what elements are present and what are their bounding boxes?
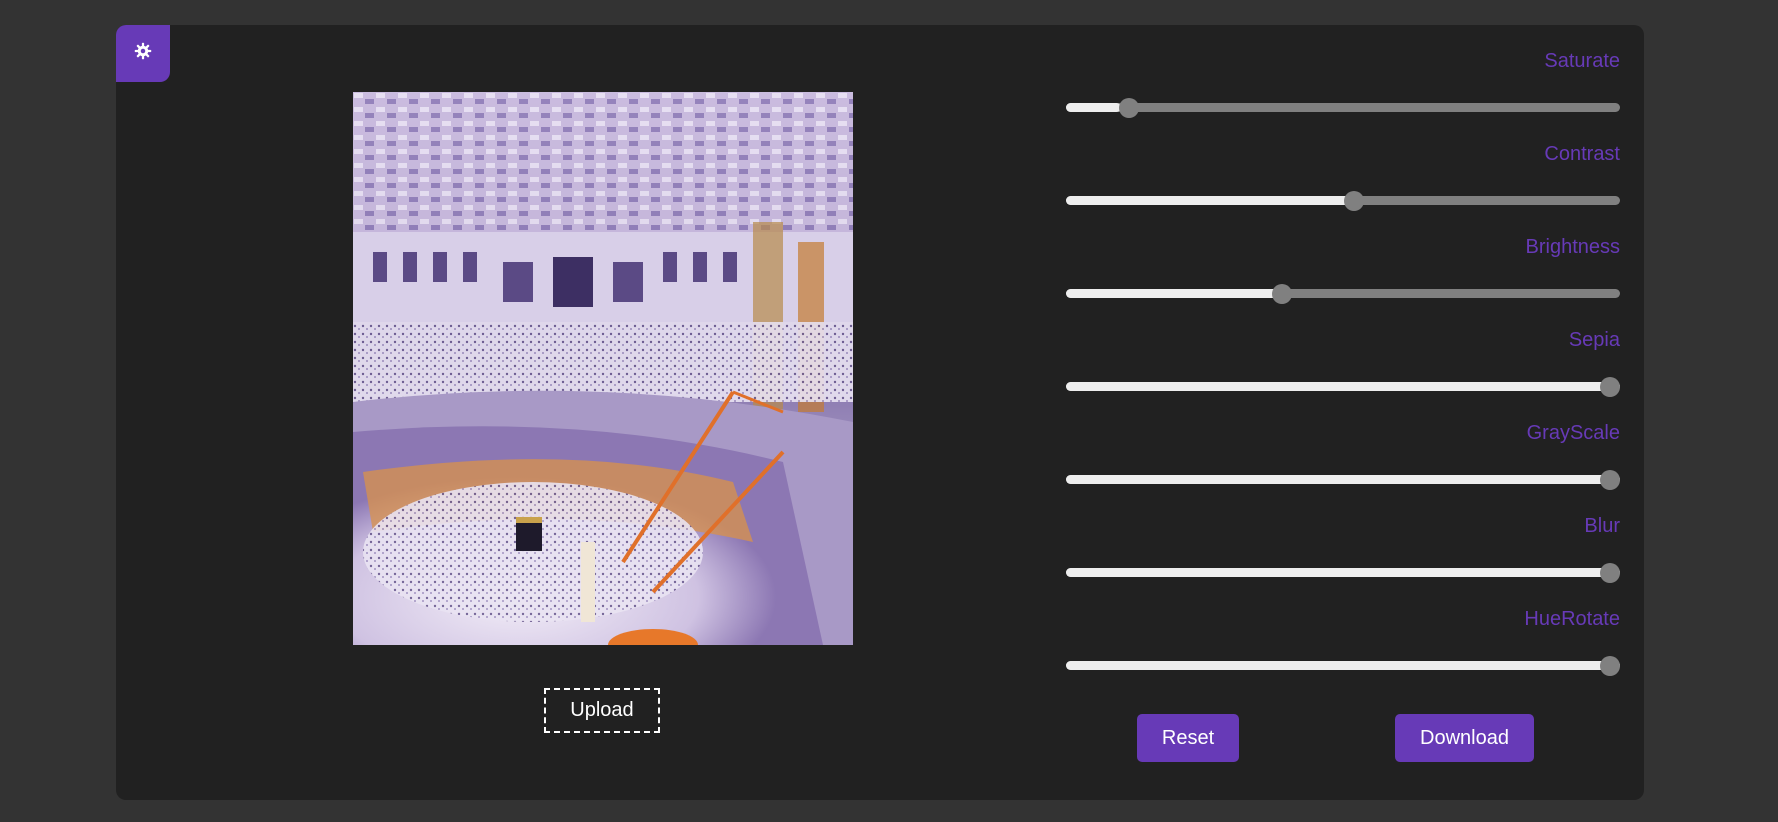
blur-label: Blur — [1584, 515, 1620, 537]
filter-contrast: Contrast — [1066, 143, 1620, 236]
filter-controls: Saturate Contrast Brightness Sepia GrayScale… — [1066, 50, 1620, 701]
filter-saturate: Saturate — [1066, 50, 1620, 143]
contrast-slider-thumb[interactable] — [1343, 190, 1364, 211]
saturate-label: Saturate — [1544, 50, 1620, 72]
download-button[interactable]: Download — [1395, 714, 1534, 762]
reset-button[interactable]: Reset — [1137, 714, 1239, 762]
saturate-slider[interactable] — [1066, 97, 1620, 118]
blur-slider-fill — [1066, 568, 1620, 577]
saturate-slider-fill — [1066, 103, 1122, 112]
brightness-slider-thumb[interactable] — [1271, 283, 1292, 304]
image-preview — [353, 92, 853, 645]
gear-icon — [134, 42, 152, 65]
huerotate-slider-thumb[interactable] — [1600, 655, 1620, 676]
grayscale-slider-thumb[interactable] — [1600, 469, 1620, 490]
filter-brightness: Brightness — [1066, 236, 1620, 329]
contrast-slider-fill — [1066, 196, 1355, 205]
filter-sepia: Sepia — [1066, 329, 1620, 422]
preview-image — [353, 92, 853, 645]
sepia-slider[interactable] — [1066, 376, 1620, 397]
sepia-slider-fill — [1066, 382, 1620, 391]
filter-grayscale: GrayScale — [1066, 422, 1620, 515]
grayscale-slider[interactable] — [1066, 469, 1620, 490]
blur-slider[interactable] — [1066, 562, 1620, 583]
upload-button[interactable]: Upload — [544, 688, 660, 733]
huerotate-slider[interactable] — [1066, 655, 1620, 676]
contrast-label: Contrast — [1544, 143, 1620, 165]
huerotate-label: HueRotate — [1524, 608, 1620, 630]
brightness-slider[interactable] — [1066, 283, 1620, 304]
filter-blur: Blur — [1066, 515, 1620, 608]
sepia-slider-thumb[interactable] — [1600, 376, 1620, 397]
contrast-slider[interactable] — [1066, 190, 1620, 211]
theme-toggle-button[interactable] — [116, 25, 170, 82]
grayscale-label: GrayScale — [1526, 422, 1620, 444]
sepia-label: Sepia — [1568, 329, 1620, 351]
filter-huerotate: HueRotate — [1066, 608, 1620, 701]
blur-slider-thumb[interactable] — [1600, 562, 1620, 583]
editor-panel: Upload Saturate Contrast Brightness Sepia Gr… — [116, 25, 1644, 800]
brightness-label: Brightness — [1525, 236, 1621, 258]
saturate-slider-thumb[interactable] — [1119, 97, 1140, 118]
brightness-slider-fill — [1066, 289, 1280, 298]
huerotate-slider-fill — [1066, 661, 1620, 670]
grayscale-slider-fill — [1066, 475, 1620, 484]
